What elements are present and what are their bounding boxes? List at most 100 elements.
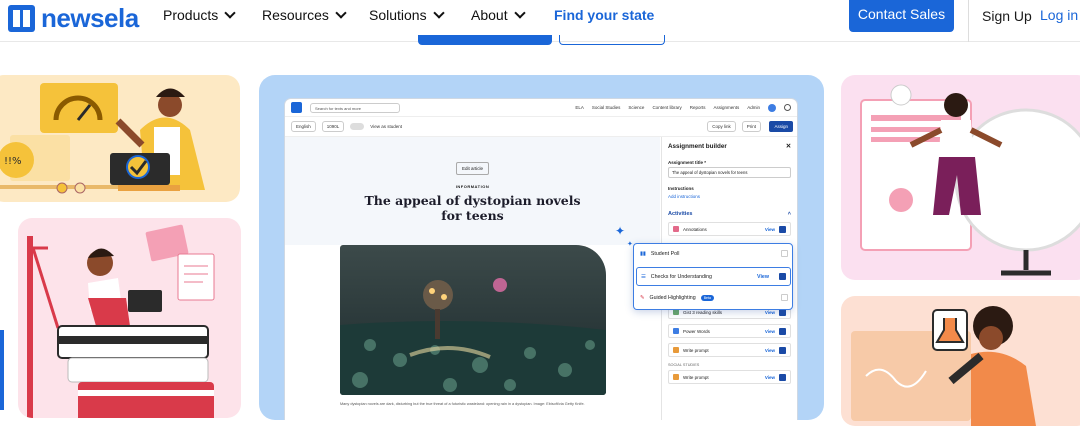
- activity-label: Annotations: [683, 226, 707, 232]
- sparkle-icon: ✦: [615, 224, 626, 238]
- print-button[interactable]: Print: [741, 121, 761, 132]
- article-photo: [340, 245, 606, 395]
- dystopian-landscape-image: [340, 245, 606, 395]
- view-link[interactable]: View: [765, 310, 775, 315]
- annotations-icon: [673, 226, 679, 232]
- app-link-admin[interactable]: Admin: [747, 105, 760, 110]
- app-link-reports[interactable]: Reports: [690, 105, 706, 110]
- activity-checks-for-understanding[interactable]: ☰ Checks for Understanding View: [636, 267, 791, 286]
- activity-row-annotations[interactable]: Annotations View: [668, 222, 791, 236]
- activity-label: Write prompt: [683, 347, 709, 353]
- assignment-title-input[interactable]: The appeal of dystopian novels for teens: [668, 167, 791, 178]
- article-header-bg: [285, 137, 660, 245]
- view-as-student-toggle[interactable]: [350, 123, 365, 130]
- assign-button[interactable]: Assign: [769, 121, 793, 132]
- illustration-card-science: [841, 296, 1080, 426]
- social-studies-section-label: SOCIAL STUDIES: [668, 363, 700, 367]
- nav-find-your-state[interactable]: Find your state: [554, 7, 654, 23]
- activity-row-power-words[interactable]: Power Words View: [668, 324, 791, 338]
- nav-label: About: [471, 7, 508, 23]
- highlighter-icon: ✎: [640, 294, 645, 301]
- assignment-builder-header: Assignment builder ✕: [668, 143, 791, 150]
- app-link-ela[interactable]: ELA: [575, 105, 584, 110]
- newsela-logo-mark-icon: [8, 5, 35, 32]
- view-link[interactable]: View: [765, 348, 775, 353]
- article-title: The appeal of dystopian novels for teens: [364, 193, 581, 223]
- view-link[interactable]: View: [765, 375, 775, 380]
- activity-checkbox[interactable]: [781, 250, 788, 257]
- app-link-social[interactable]: Social Studies: [592, 105, 621, 110]
- nav-resources[interactable]: Resources: [262, 7, 347, 23]
- activity-row-write-prompt[interactable]: Write prompt View: [668, 343, 791, 357]
- activity-checkbox[interactable]: [781, 294, 788, 301]
- assignment-builder-title: Assignment builder: [668, 143, 727, 150]
- power-words-icon: [673, 328, 679, 334]
- activity-checkbox[interactable]: [779, 373, 786, 381]
- language-select[interactable]: English: [291, 121, 316, 132]
- copy-link-button[interactable]: Copy link: [707, 121, 736, 132]
- illustration-card-teacher: [841, 75, 1080, 280]
- log-in-link[interactable]: Log in: [1040, 7, 1078, 23]
- list-icon: ☰: [641, 273, 646, 280]
- activity-label: Guided Highlighting: [649, 294, 696, 301]
- nav-label: Solutions: [369, 7, 427, 23]
- help-icon[interactable]: [784, 104, 791, 111]
- hero-secondary-button-edge[interactable]: [559, 35, 665, 45]
- scientist-illustration: [851, 306, 1036, 426]
- chevron-down-icon: [335, 7, 347, 19]
- activity-label: Student Poll: [650, 250, 680, 257]
- app-link-library[interactable]: Content library: [652, 105, 681, 110]
- article-photo-caption: Many dystopian novels are dark, disturbi…: [340, 402, 585, 406]
- app-search-input[interactable]: Search for texts and more: [310, 102, 400, 113]
- left-edge-accent: [0, 330, 4, 410]
- teacher-dashboard-illustration: !!%: [0, 83, 205, 194]
- chevron-down-icon: [513, 7, 526, 19]
- poll-icon: ▮▮: [640, 250, 646, 257]
- nav-products[interactable]: Products: [163, 7, 236, 23]
- contact-sales-button[interactable]: Contact Sales: [849, 0, 954, 32]
- activity-label: Checks for Understanding: [650, 273, 712, 280]
- beta-badge: Beta: [700, 294, 714, 301]
- activities-header[interactable]: Activities ˄: [668, 211, 791, 217]
- illustration-card-data: !!%: [0, 75, 240, 202]
- article-view: Edit article INFORMATION The appeal of d…: [285, 137, 660, 420]
- hero-primary-button-edge[interactable]: [418, 35, 552, 45]
- mini-newsela-logo-icon: [291, 102, 302, 113]
- activity-checkbox[interactable]: [779, 346, 786, 354]
- app-link-assignments[interactable]: Assignments: [713, 105, 739, 110]
- activity-row-social-write-prompt[interactable]: Write prompt View: [668, 370, 791, 384]
- instructions-label: Instructions: [668, 186, 694, 191]
- nav-about[interactable]: About: [471, 7, 526, 23]
- assignment-title-label: Assignment title *: [668, 160, 707, 165]
- close-icon[interactable]: ✕: [786, 143, 791, 150]
- activity-checkbox[interactable]: [779, 225, 786, 233]
- sign-up-link[interactable]: Sign Up: [982, 8, 1032, 24]
- app-link-science[interactable]: Science: [628, 105, 644, 110]
- edit-article-button[interactable]: Edit article: [456, 162, 490, 175]
- activity-checkbox[interactable]: [779, 273, 786, 280]
- activity-guided-highlighting[interactable]: ✎ Guided Highlighting Beta: [640, 294, 788, 301]
- activity-checkbox[interactable]: [779, 327, 786, 335]
- student-on-books-illustration: [27, 224, 215, 418]
- view-link[interactable]: View: [765, 329, 775, 334]
- chevron-up-icon: ˄: [787, 211, 791, 217]
- add-instructions-link[interactable]: Add instructions: [668, 194, 791, 199]
- activities-popout: ▮▮ Student Poll ☰ Checks for Understandi…: [633, 243, 793, 310]
- nav-solutions[interactable]: Solutions: [369, 7, 445, 23]
- pencil-icon: [673, 374, 679, 380]
- app-toolbar: English 1090L View as student Copy link …: [285, 117, 797, 137]
- pencil-icon: [673, 347, 679, 353]
- chevron-down-icon: [432, 7, 445, 19]
- activity-label: Write prompt: [683, 374, 709, 380]
- activity-student-poll[interactable]: ▮▮ Student Poll: [640, 250, 788, 257]
- chevron-down-icon: [224, 7, 236, 19]
- article-kicker: INFORMATION: [455, 184, 490, 189]
- view-link[interactable]: View: [757, 274, 769, 280]
- user-avatar[interactable]: [768, 103, 776, 112]
- app-top-bar: Search for texts and more ELA Social Stu…: [285, 99, 797, 117]
- svg-text:!!%: !!%: [4, 156, 22, 167]
- newsela-logo[interactable]: newsela: [8, 3, 139, 34]
- activity-label: Gist 3 reading skills: [683, 309, 723, 315]
- view-link[interactable]: View: [765, 227, 775, 232]
- level-select[interactable]: 1090L: [321, 121, 345, 132]
